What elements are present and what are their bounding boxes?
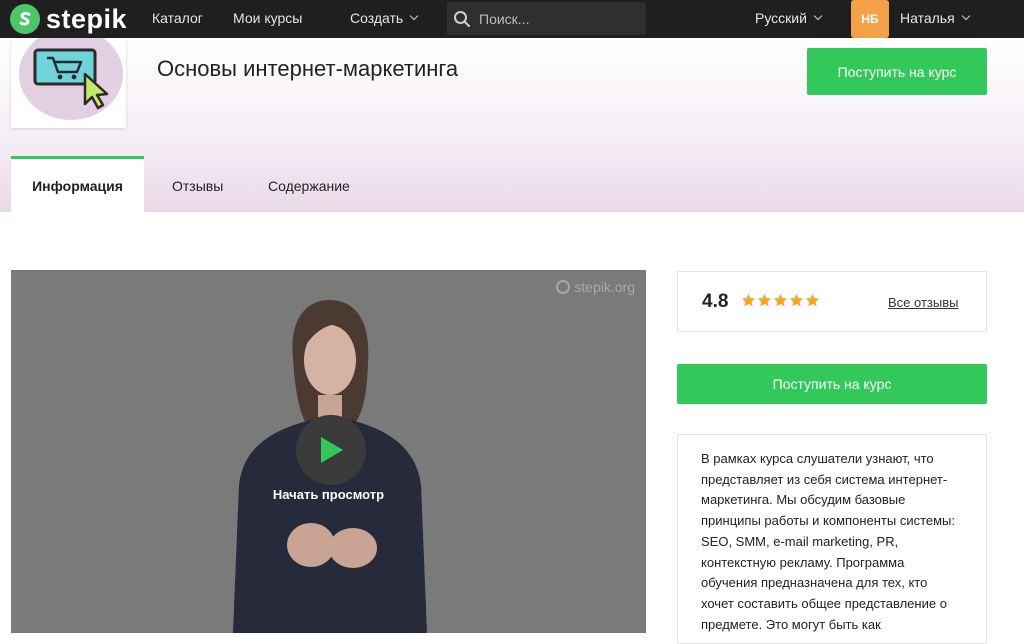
course-description-card: В рамках курса слушатели узнают, что пре…: [677, 434, 987, 644]
play-icon: [321, 437, 343, 463]
rating-value: 4.8: [702, 291, 729, 312]
promo-video-player[interactable]: stepik.org Начать просмотр: [11, 270, 646, 633]
nav-my-courses-link[interactable]: Мои курсы: [233, 10, 302, 26]
shopping-cart-cursor-icon: [33, 48, 109, 110]
search-input[interactable]: [479, 10, 639, 27]
chevron-down-icon: [409, 11, 419, 21]
course-description: В рамках курса слушатели узнают, что пре…: [701, 451, 956, 632]
nav-create-dropdown[interactable]: Создать: [350, 10, 419, 26]
star-icon: [805, 293, 820, 307]
user-menu-dropdown[interactable]: Наталья: [900, 10, 970, 26]
chevron-down-icon: [961, 11, 970, 21]
top-navbar: stepik Каталог Мои курсы Создать Русский…: [0, 0, 1024, 38]
video-watermark: stepik.org: [556, 279, 635, 295]
logo-text: stepik: [46, 3, 128, 34]
tab-info[interactable]: Информация: [11, 156, 144, 212]
course-cover-image: [11, 38, 126, 128]
star-icon: [757, 293, 772, 307]
stepik-logo-icon: [10, 4, 40, 34]
tab-reviews[interactable]: Отзывы: [172, 158, 223, 214]
course-title: Основы интернет-маркетинга: [157, 56, 459, 81]
nav-create-label: Создать: [350, 10, 404, 26]
nav-catalog-link[interactable]: Каталог: [152, 10, 203, 26]
star-icon: [789, 293, 804, 307]
language-dropdown[interactable]: Русский: [755, 10, 823, 26]
language-label: Русский: [755, 10, 807, 26]
search-box[interactable]: [447, 2, 646, 35]
stepik-logo[interactable]: stepik: [10, 3, 127, 35]
play-button[interactable]: [296, 415, 366, 485]
tab-content[interactable]: Содержание: [268, 158, 350, 214]
enroll-button-sidebar[interactable]: Поступить на курс: [677, 364, 987, 404]
play-label[interactable]: Начать просмотр: [11, 487, 646, 502]
rating-stars: [741, 293, 821, 307]
chevron-down-icon: [813, 11, 823, 21]
rating-card: 4.8 Все отзывы: [677, 271, 987, 332]
star-icon: [773, 293, 788, 307]
watermark-text: stepik.org: [574, 279, 635, 295]
user-name: Наталья: [900, 10, 955, 26]
star-icon: [741, 293, 756, 307]
user-avatar[interactable]: НБ: [851, 0, 889, 38]
all-reviews-link[interactable]: Все отзывы: [888, 295, 958, 310]
stepik-watermark-icon: [556, 280, 571, 294]
search-icon: [454, 10, 470, 27]
enroll-button-header[interactable]: Поступить на курс: [807, 48, 987, 95]
